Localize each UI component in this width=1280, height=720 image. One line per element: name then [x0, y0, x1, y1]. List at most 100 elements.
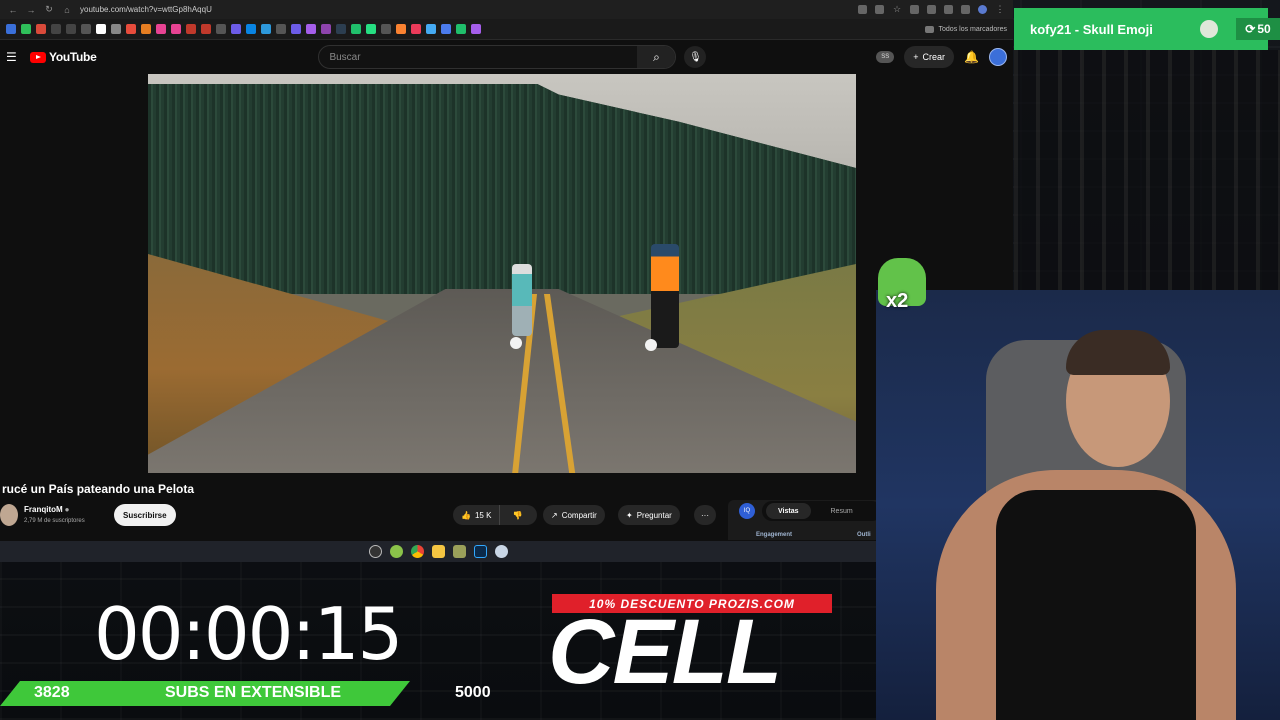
countdown-timer: 00:00:15	[94, 592, 403, 676]
photoshop-icon[interactable]	[473, 545, 487, 558]
bookmark-star-icon[interactable]: ☆	[892, 4, 902, 15]
plus-icon: +	[913, 52, 919, 62]
microphone-icon[interactable]: 🎙	[684, 46, 707, 68]
like-count: 15 K	[474, 510, 492, 520]
forward-icon[interactable]: →	[26, 5, 36, 15]
bookmark-icon[interactable]	[126, 24, 136, 34]
bookmark-icon[interactable]	[396, 24, 406, 34]
verified-icon: ●	[64, 505, 70, 514]
search-icon[interactable]: ⌕	[637, 46, 676, 68]
share-page-icon[interactable]	[875, 5, 884, 14]
share-label: Compartir	[561, 510, 597, 520]
file-explorer-icon[interactable]	[431, 545, 445, 558]
account-avatar[interactable]	[989, 48, 1007, 66]
dislike-button[interactable]: 👎	[504, 511, 530, 520]
tab-resumen[interactable]: Resum	[831, 508, 853, 515]
bookmark-icon[interactable]	[141, 24, 151, 34]
bookmark-icon[interactable]	[36, 24, 46, 34]
bookmark-icon[interactable]	[351, 24, 361, 34]
share-button[interactable]: ↗ Compartir	[543, 505, 605, 525]
home-icon[interactable]: ⌂	[62, 5, 72, 15]
engagement-label[interactable]: Engagement	[756, 532, 792, 538]
bookmark-icon[interactable]	[306, 24, 316, 34]
folder-icon[interactable]	[924, 25, 934, 33]
video-player[interactable]	[148, 74, 856, 473]
bookmark-icon[interactable]	[366, 24, 376, 34]
create-label: Crear	[922, 52, 946, 62]
youtube-logo[interactable]: YouTube	[30, 50, 97, 64]
back-icon[interactable]: ←	[8, 5, 18, 15]
hamburger-menu-icon[interactable]: ☰	[6, 50, 24, 64]
bookmark-icon[interactable]	[201, 24, 211, 34]
browser-menu-icon[interactable]: ⋮	[995, 4, 1005, 15]
app-icon[interactable]	[494, 545, 508, 558]
bookmark-icon[interactable]	[381, 24, 391, 34]
tab-vistas[interactable]: Vistas	[766, 503, 811, 519]
skull-emoji-icon	[1200, 20, 1218, 38]
bookmark-icon[interactable]	[216, 24, 226, 34]
redemption-alert: kofy21 - Skull Emoji ⟳ 50	[1014, 8, 1280, 50]
bookmark-icon[interactable]	[441, 24, 451, 34]
bookmarks-bar: Todos los marcadores	[0, 19, 1013, 40]
bookmark-icon[interactable]	[276, 24, 286, 34]
bookmark-icon[interactable]	[471, 24, 481, 34]
app-icon[interactable]	[452, 545, 466, 558]
bookmark-icon[interactable]	[51, 24, 61, 34]
bookmark-icon[interactable]	[261, 24, 271, 34]
bookmark-icon[interactable]	[81, 24, 91, 34]
alert-points-value: 50	[1257, 22, 1271, 36]
subscriber-count: 2,79 M de suscriptores	[24, 518, 85, 524]
ss-badge[interactable]: SS	[876, 51, 895, 63]
bookmark-icon[interactable]	[246, 24, 256, 34]
bookmark-icon[interactable]	[456, 24, 466, 34]
channel-name[interactable]: FranqitoM ●	[24, 505, 70, 514]
chrome-icon[interactable]	[410, 545, 424, 558]
subscribe-button[interactable]: Suscribirse	[114, 504, 176, 526]
stream-scene: ← → ↻ ⌂ youtube.com/watch?v=wttGp8hAqqU …	[0, 0, 1280, 720]
bookmark-icon[interactable]	[321, 24, 331, 34]
bookmark-icon[interactable]	[426, 24, 436, 34]
tab-search-icon[interactable]	[961, 5, 970, 14]
emote-multiplier: x2	[886, 290, 909, 312]
bookmark-icon[interactable]	[171, 24, 181, 34]
bookmark-icon[interactable]	[21, 24, 31, 34]
kid-figure	[512, 264, 532, 336]
zoom-icon[interactable]	[858, 5, 867, 14]
outliers-label[interactable]: Outli	[857, 532, 871, 538]
video-title: rucé un País pateando una Pelota	[2, 482, 195, 496]
youtube-logo-text: YouTube	[49, 50, 97, 64]
bookmark-icon[interactable]	[231, 24, 241, 34]
spotify-icon[interactable]	[389, 545, 403, 558]
share-icon: ↗	[551, 510, 558, 520]
extension-icon[interactable]	[910, 5, 919, 14]
bookmark-icon[interactable]	[186, 24, 196, 34]
bookmark-icon[interactable]	[336, 24, 346, 34]
thumbs-down-icon: 👎	[512, 510, 523, 520]
channel-points-icon: ⟳	[1245, 22, 1256, 36]
channel-avatar[interactable]	[0, 504, 18, 526]
bookmark-icon[interactable]	[66, 24, 76, 34]
extension-icon[interactable]	[927, 5, 936, 14]
reload-icon[interactable]: ↻	[44, 4, 54, 15]
youtube-header: ☰ YouTube Buscar ⌕ 🎙 SS + Crear 🔔	[0, 40, 1013, 74]
ask-button[interactable]: ✦ Preguntar	[618, 505, 680, 525]
obs-icon[interactable]	[368, 545, 382, 558]
all-bookmarks-link[interactable]: Todos los marcadores	[939, 26, 1007, 33]
extensions-puzzle-icon[interactable]	[944, 5, 953, 14]
bookmark-icon[interactable]	[96, 24, 106, 34]
extension-logo-icon[interactable]: IQ	[739, 503, 755, 519]
bookmark-icon[interactable]	[411, 24, 421, 34]
bookmark-icon[interactable]	[291, 24, 301, 34]
bookmark-icon[interactable]	[111, 24, 121, 34]
alert-points: ⟳ 50	[1236, 18, 1280, 40]
like-dislike-group: 👍 15 K 👎	[453, 505, 537, 525]
bookmark-icon[interactable]	[156, 24, 166, 34]
search-input[interactable]: Buscar ⌕	[318, 45, 677, 69]
create-button[interactable]: + Crear	[904, 46, 955, 68]
like-button[interactable]: 👍 15 K	[453, 505, 501, 525]
more-actions-button[interactable]: ···	[694, 505, 716, 525]
bookmark-icon[interactable]	[6, 24, 16, 34]
notifications-bell-icon[interactable]: 🔔	[964, 50, 979, 64]
url-field[interactable]: youtube.com/watch?v=wttGp8hAqqU	[80, 5, 850, 14]
profile-avatar-icon[interactable]	[978, 5, 987, 14]
